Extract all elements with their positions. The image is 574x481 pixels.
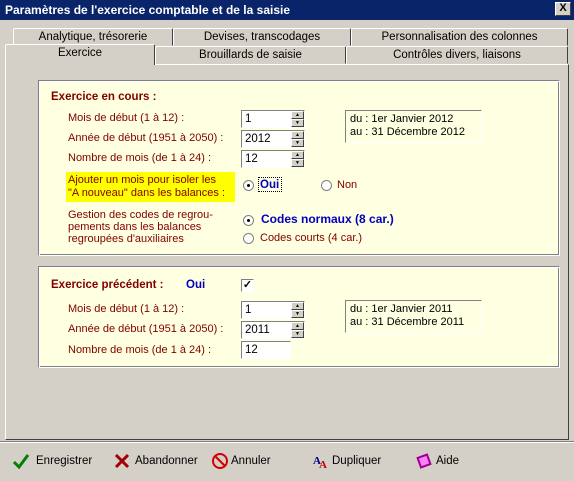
previous-start-month-spinner[interactable]: 1 ▲ ▼ (241, 301, 305, 319)
previous-enabled-text: Oui (186, 279, 206, 291)
normal-codes-radio[interactable] (243, 215, 254, 226)
tab-controles[interactable]: Contrôles divers, liaisons (346, 46, 568, 64)
tab-label: Brouillards de saisie (199, 49, 302, 61)
previous-range-to: au : 31 Décembre 2011 (350, 316, 465, 328)
previous-start-month-label: Mois de début (1 à 12) : (68, 303, 185, 315)
tab-devises[interactable]: Devises, transcodages (173, 28, 351, 46)
current-start-month-spinner[interactable]: 1 ▲ ▼ (241, 110, 305, 128)
previous-months-label: Nombre de mois (de 1 à 24) : (68, 344, 212, 356)
cross-icon (114, 453, 130, 469)
current-year-title: Exercice en cours : (51, 91, 157, 103)
spin-up-icon[interactable]: ▲ (291, 151, 304, 159)
anouveau-yes-radio[interactable] (243, 180, 254, 191)
duplicate-button[interactable]: AA Dupliquer (312, 452, 382, 474)
short-codes-radio[interactable] (243, 233, 254, 244)
spin-up-icon[interactable]: ▲ (291, 131, 304, 139)
tab-exercice[interactable]: Exercice (5, 44, 155, 65)
spin-up-icon[interactable]: ▲ (291, 302, 304, 310)
spin-down-icon[interactable]: ▼ (291, 330, 304, 338)
current-range-to: au : 31 Décembre 2012 (350, 126, 465, 138)
close-icon: X (559, 2, 567, 14)
anouveau-no-label[interactable]: Non (337, 179, 357, 191)
help-label: Aide (436, 455, 460, 467)
spin-down-icon[interactable]: ▼ (291, 139, 304, 147)
previous-enabled-checkbox[interactable]: ✓ (241, 279, 254, 292)
cancel-button[interactable]: Annuler (211, 452, 281, 474)
checkmark-icon (12, 454, 30, 470)
duplicate-label: Dupliquer (332, 455, 382, 467)
spin-down-icon[interactable]: ▼ (291, 119, 304, 127)
title-bar: Paramètres de l'exercice comptable et de… (0, 0, 574, 20)
anouveau-yes-label[interactable]: Oui (260, 179, 279, 191)
check-icon: ✓ (242, 279, 253, 291)
grouping-label: Gestion des codes de regrou- pements dan… (68, 209, 213, 245)
current-months-spinner[interactable]: 12 ▲ ▼ (241, 150, 305, 168)
save-label: Enregistrer (36, 455, 93, 467)
previous-start-year-label: Année de début (1951 à 2050) : (68, 323, 224, 335)
window-title: Paramètres de l'exercice comptable et de… (5, 3, 291, 17)
previous-start-month-value: 1 (245, 304, 252, 316)
previous-year-title: Exercice précédent : (51, 279, 164, 291)
tab-personnalisation[interactable]: Personnalisation des colonnes (351, 28, 568, 46)
grouping-label-line3: regroupées d'auxiliaires (68, 233, 184, 245)
save-button[interactable]: Enregistrer (12, 452, 92, 474)
current-start-month-value: 1 (245, 113, 252, 125)
anouveau-label: Ajouter un mois pour isoler les "A nouve… (68, 174, 225, 200)
current-start-year-label: Année de début (1951 à 2050) : (68, 132, 224, 144)
current-range-from: du : 1er Janvier 2012 (350, 113, 454, 125)
current-months-value: 12 (245, 153, 258, 165)
svg-text:A: A (319, 459, 327, 470)
tab-label: Exercice (57, 47, 103, 59)
previous-months-input[interactable]: 12 (241, 341, 291, 359)
previous-months-value: 12 (245, 344, 258, 356)
spin-up-icon[interactable]: ▲ (291, 322, 304, 330)
current-start-year-value: 2012 (245, 133, 271, 145)
grouping-label-line1: Gestion des codes de regrou- (68, 209, 213, 221)
tab-label: Analytique, trésorerie (38, 31, 148, 43)
current-date-range: du : 1er Janvier 2012 au : 31 Décembre 2… (345, 110, 482, 143)
tab-brouillards[interactable]: Brouillards de saisie (155, 46, 346, 64)
prohibited-icon (212, 453, 228, 469)
help-button[interactable]: Aide (415, 452, 465, 474)
current-start-year-spinner[interactable]: 2012 ▲ ▼ (241, 130, 305, 148)
normal-codes-label[interactable]: Codes normaux (8 car.) (261, 212, 394, 226)
spin-down-icon[interactable]: ▼ (291, 310, 304, 318)
spin-down-icon[interactable]: ▼ (291, 159, 304, 167)
abandon-label: Abandonner (135, 455, 198, 467)
tab-label: Contrôles divers, liaisons (393, 49, 521, 61)
tab-label: Personnalisation des colonnes (381, 31, 538, 43)
abandon-button[interactable]: Abandonner (113, 452, 198, 474)
anouveau-no-radio[interactable] (321, 180, 332, 191)
tab-label: Devises, transcodages (203, 31, 321, 43)
help-book-icon (416, 453, 432, 469)
short-codes-label[interactable]: Codes courts (4 car.) (260, 232, 362, 244)
anouveau-label-line2: "A nouveau" dans les balances : (68, 187, 226, 199)
previous-start-year-spinner[interactable]: 2011 ▲ ▼ (241, 321, 305, 339)
previous-range-from: du : 1er Janvier 2011 (350, 303, 453, 315)
grouping-label-line2: pements dans les balances (68, 221, 202, 233)
previous-start-year-value: 2011 (245, 324, 270, 336)
previous-date-range: du : 1er Janvier 2011 au : 31 Décembre 2… (345, 300, 482, 333)
duplicate-icon: AA (313, 455, 327, 470)
close-button[interactable]: X (555, 2, 571, 16)
cancel-label: Annuler (231, 455, 271, 467)
spin-up-icon[interactable]: ▲ (291, 111, 304, 119)
anouveau-label-line1: Ajouter un mois pour isoler les (68, 174, 216, 186)
bottom-toolbar: Enregistrer Abandonner Annuler AA Dupliq… (0, 442, 574, 481)
current-months-label: Nombre de mois (de 1 à 24) : (68, 152, 212, 164)
current-start-month-label: Mois de début (1 à 12) : (68, 112, 185, 124)
